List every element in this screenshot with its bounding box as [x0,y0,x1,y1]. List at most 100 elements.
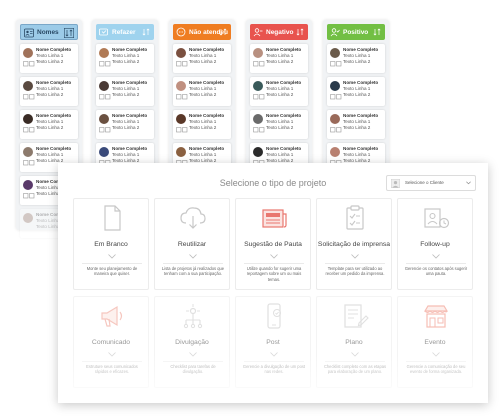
column-header[interactable]: Refazer [96,24,154,40]
chevron-down-icon [189,352,197,357]
card-actions-icon[interactable] [253,127,265,133]
column-header[interactable]: Negativo [250,24,308,40]
tile-label: Plano [345,339,363,346]
kanban-card[interactable]: Nome Completo Texto Linha 1 Texto Linha 2 [96,77,154,106]
chevron-down-icon [432,352,440,357]
card-actions-icon[interactable] [23,61,35,67]
tile-plano[interactable]: Plano Checklist completo com as etapas p… [316,296,392,388]
newspaper-icon [262,209,287,228]
card-line-1: Texto Linha 1 [36,53,64,58]
sort-icon[interactable] [218,27,228,37]
card-actions-icon[interactable] [330,61,342,67]
avatar [99,114,109,124]
tile-label: Reutilizar [177,241,207,248]
chevron-down-icon [270,352,278,357]
tile-em-branco[interactable]: Em Branco Monte seu planejamento de mane… [73,198,149,290]
tile-label: Em Branco [94,241,128,248]
card-name: Nome Completo [189,113,225,118]
divider [325,361,385,362]
card-name: Nome Completo [112,80,148,85]
sort-icon[interactable] [295,27,305,37]
kanban-card[interactable]: Nome Completo Texto Linha 1 Texto Linha 2 [327,44,385,73]
card-line-1: Texto Linha 1 [36,119,64,124]
card-name: Nome Completo [266,47,302,52]
sort-icon[interactable] [141,27,151,37]
card-line-2: Texto Linha 2 [266,125,294,130]
avatar [253,114,263,124]
avatar [23,114,33,124]
sort-icon[interactable] [372,27,382,37]
avatar [176,114,186,124]
kanban-card[interactable]: Nome Completo Texto Linha 1 Texto Linha 2 [250,110,308,139]
kanban-card[interactable]: Nome Completo Texto Linha 1 Texto Linha 2 [173,44,231,73]
card-actions-icon[interactable] [23,94,35,100]
card-line-2: Texto Linha 2 [189,125,217,130]
tile-description: Checklist para tarefas de divulgação. [170,364,216,375]
tile-comunicado[interactable]: Comunicado Estruture seus comunicados rá… [73,296,149,388]
tile-post[interactable]: Post Gerencie a divulgação de um post na… [235,296,311,388]
chevron-down-icon [108,254,116,259]
card-actions-icon[interactable] [23,160,35,166]
kanban-card[interactable]: Nome Completo Texto Linha 1 Texto Linha 2 [20,110,78,139]
card-actions-icon[interactable] [176,127,188,133]
card-line-1: Texto Linha 1 [189,86,217,91]
kanban-card[interactable]: Nome Completo Texto Linha 1 Texto Linha 2 [173,77,231,106]
column-header[interactable]: Nomes [20,24,78,40]
column-title: Negativo [266,28,294,36]
kanban-card[interactable]: Nome Completo Texto Linha 1 Texto Linha 2 [96,110,154,139]
tile-follow-up[interactable]: Follow-up Gerencie os contatos após suge… [397,198,473,290]
card-actions-icon[interactable] [176,94,188,100]
card-actions-icon[interactable] [176,61,188,67]
card-name: Nome Completo [266,146,302,151]
divider [82,361,142,362]
person-minus-icon [253,28,263,37]
kanban-card[interactable]: Nome Completo Texto Linha 1 Texto Linha 2 [250,44,308,73]
divider [244,263,304,264]
card-name: Nome Completo [189,146,225,151]
tile-label: Post [266,339,280,346]
kanban-card[interactable]: Nome Completo Texto Linha 1 Texto Linha 2 [20,77,78,106]
card-actions-icon[interactable] [253,61,265,67]
card-line-1: Texto Linha 1 [266,86,294,91]
avatar [330,81,340,91]
card-name: Nome Completo [343,80,379,85]
client-select[interactable]: Selecione o Cliente [386,175,476,191]
lightbulb-icon [183,304,203,329]
avatar [176,48,186,58]
person-icon [24,28,34,38]
tile-description: Utilize quando for sugerir uma reportage… [246,266,302,282]
column-header[interactable]: Positivo [327,24,385,40]
megaphone-icon [101,305,123,327]
tile-evento[interactable]: Evento Gerencie a comunicação de seu eve… [397,296,473,388]
avatar [330,48,340,58]
card-name: Nome Completo [112,146,148,151]
avatar [99,81,109,91]
tile-solicitacao-de-imprensa[interactable]: Solicitação de imprensa Template para se… [316,198,392,290]
kanban-card[interactable]: Nome Completo Texto Linha 1 Texto Linha 2 [20,44,78,73]
card-actions-icon[interactable] [23,127,35,133]
card-actions-icon[interactable] [330,94,342,100]
card-actions-icon[interactable] [99,94,111,100]
card-actions-icon[interactable] [330,127,342,133]
card-line-2: Texto Linha 2 [343,125,371,130]
sort-icon[interactable] [64,28,74,38]
avatar [23,147,33,157]
card-actions-icon[interactable] [99,127,111,133]
card-line-1: Texto Linha 1 [112,119,140,124]
kanban-card[interactable]: Nome Completo Texto Linha 1 Texto Linha 2 [327,110,385,139]
card-line-1: Texto Linha 1 [189,152,217,157]
tile-divulgacao[interactable]: Divulgação Checklist para tarefas de div… [154,296,230,388]
card-actions-icon[interactable] [99,61,111,67]
card-actions-icon[interactable] [23,193,35,199]
kanban-card[interactable]: Nome Completo Texto Linha 1 Texto Linha 2 [250,77,308,106]
chevron-down-icon [270,254,278,259]
kanban-card[interactable]: Nome Completo Texto Linha 1 Texto Linha 2 [173,110,231,139]
column-header[interactable]: Não atendeu [173,24,231,40]
card-name: Nome Completo [266,113,302,118]
kanban-card[interactable]: Nome Completo Texto Linha 1 Texto Linha 2 [96,44,154,73]
kanban-card[interactable]: Nome Completo Texto Linha 1 Texto Linha 2 [327,77,385,106]
tile-reutilizar[interactable]: Reutilizar Lista de projetos já realizad… [154,198,230,290]
column-title: Nomes [37,28,59,36]
card-actions-icon[interactable] [253,94,265,100]
tile-sugestao-de-pauta[interactable]: Sugestão de Pauta Utilize quando for sug… [235,198,311,290]
